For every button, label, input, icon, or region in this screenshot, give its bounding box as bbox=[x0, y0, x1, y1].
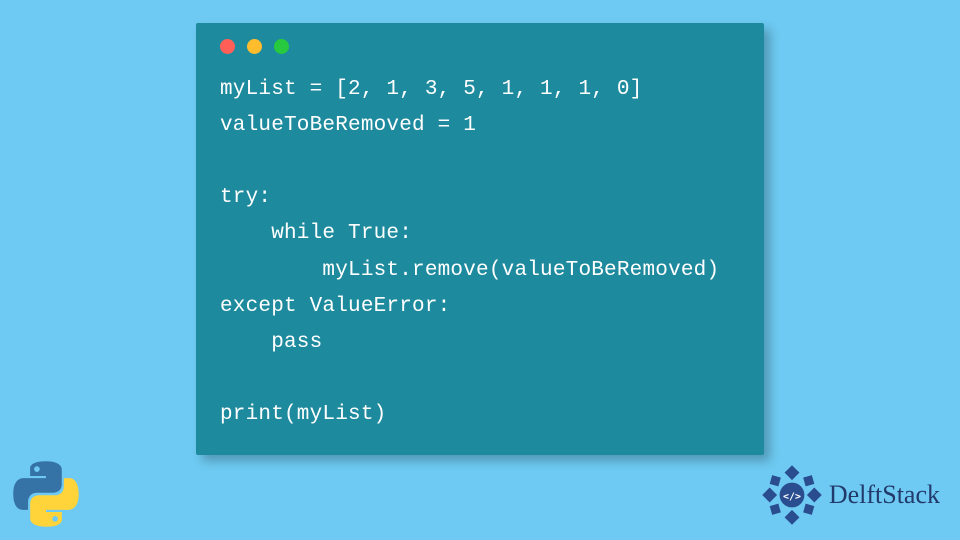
code-line: myList.remove(valueToBeRemoved) bbox=[220, 259, 719, 282]
code-line: valueToBeRemoved = 1 bbox=[220, 114, 476, 137]
brand: </> DelftStack bbox=[761, 464, 940, 526]
code-line: except ValueError: bbox=[220, 295, 450, 318]
svg-text:</>: </> bbox=[783, 491, 801, 502]
code-line: try: bbox=[220, 186, 271, 209]
close-dot-icon bbox=[220, 39, 235, 54]
maximize-dot-icon bbox=[274, 39, 289, 54]
code-line: pass bbox=[220, 331, 322, 354]
code-line: while True: bbox=[220, 222, 412, 245]
python-logo-icon bbox=[12, 460, 80, 528]
code-window: myList = [2, 1, 3, 5, 1, 1, 1, 0] valueT… bbox=[196, 23, 764, 455]
code-block: myList = [2, 1, 3, 5, 1, 1, 1, 0] valueT… bbox=[220, 72, 740, 433]
code-line: print(myList) bbox=[220, 403, 386, 426]
minimize-dot-icon bbox=[247, 39, 262, 54]
window-controls bbox=[220, 39, 740, 54]
code-line: myList = [2, 1, 3, 5, 1, 1, 1, 0] bbox=[220, 78, 642, 101]
brand-name: DelftStack bbox=[829, 480, 940, 510]
delftstack-logo-icon: </> bbox=[761, 464, 823, 526]
